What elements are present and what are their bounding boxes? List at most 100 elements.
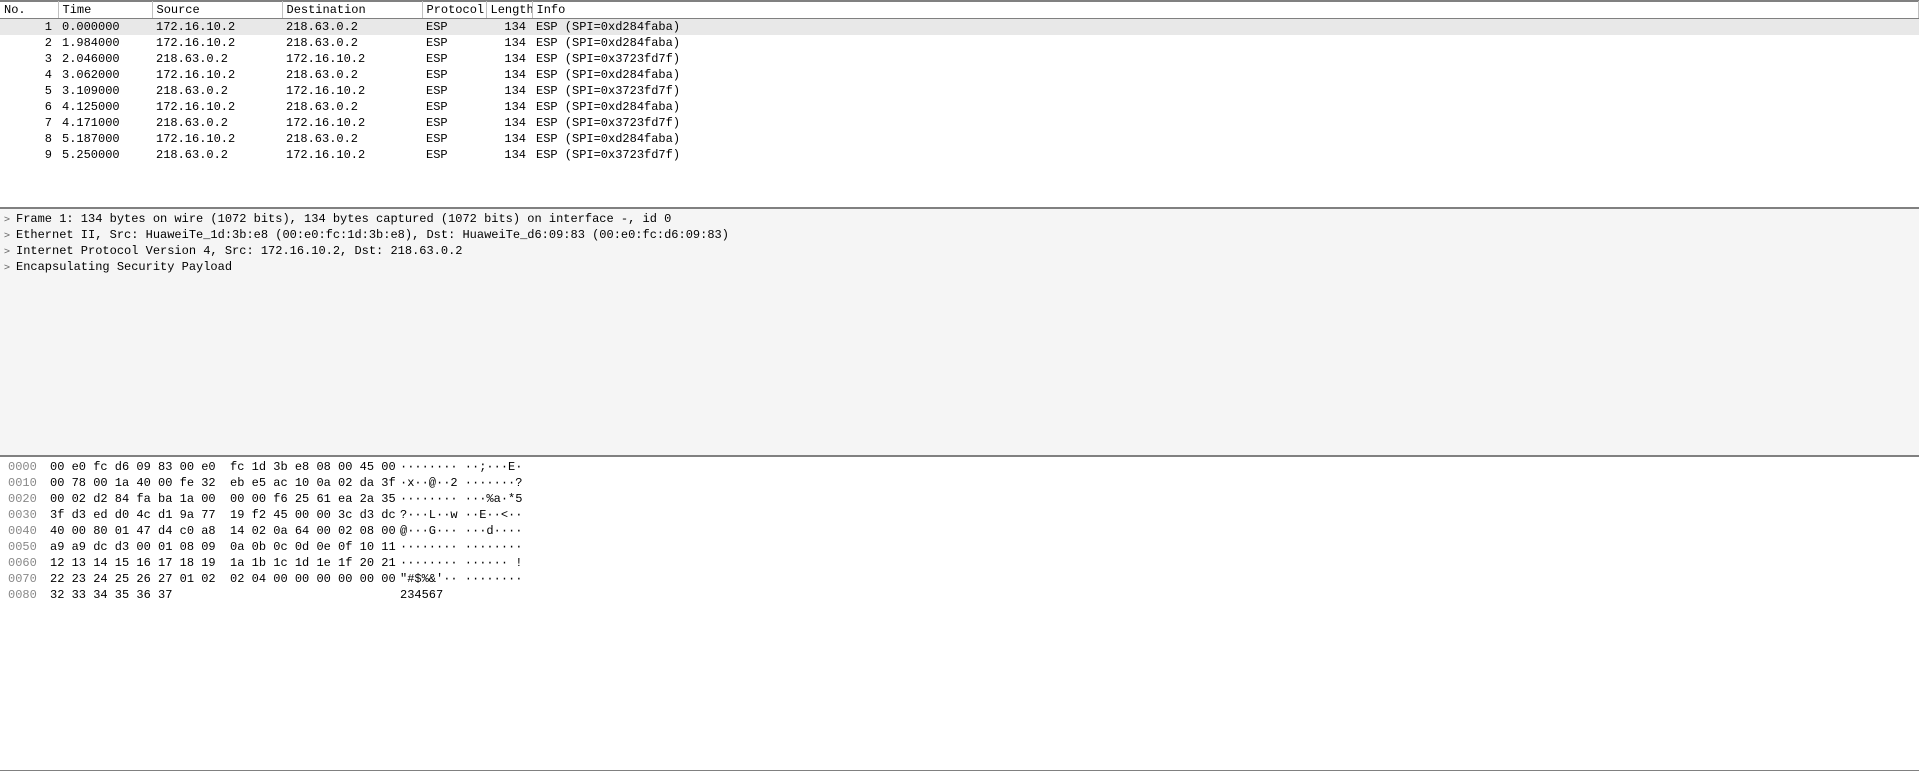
expand-icon[interactable]: > xyxy=(4,214,16,225)
detail-tree-item[interactable]: >Frame 1: 134 bytes on wire (1072 bits),… xyxy=(0,211,1919,227)
packet-row[interactable]: 95.250000218.63.0.2172.16.10.2ESP134ESP … xyxy=(0,147,1919,163)
col-header-source[interactable]: Source xyxy=(152,2,282,19)
cell-length: 134 xyxy=(486,115,532,131)
cell-time: 3.109000 xyxy=(58,83,152,99)
detail-tree-label: Encapsulating Security Payload xyxy=(16,260,232,274)
hex-ascii: ·x··@··2 ·······? xyxy=(400,475,522,491)
packet-table: No. Time Source Destination Protocol Len… xyxy=(0,1,1919,163)
packet-row[interactable]: 43.062000172.16.10.2218.63.0.2ESP134ESP … xyxy=(0,67,1919,83)
col-header-no[interactable]: No. xyxy=(0,2,58,19)
cell-length: 134 xyxy=(486,19,532,36)
col-header-info[interactable]: Info xyxy=(532,2,1919,19)
col-header-destination[interactable]: Destination xyxy=(282,2,422,19)
hex-row[interactable]: 008032 33 34 35 36 37 234567 xyxy=(8,587,1911,603)
cell-no: 3 xyxy=(0,51,58,67)
hex-ascii: ········ ··;···E· xyxy=(400,459,522,475)
hex-ascii: ········ ········ xyxy=(400,539,522,555)
cell-time: 5.250000 xyxy=(58,147,152,163)
cell-destination: 172.16.10.2 xyxy=(282,51,422,67)
hex-bytes: a9 a9 dc d3 00 01 08 09 0a 0b 0c 0d 0e 0… xyxy=(50,539,400,555)
hex-bytes: 00 02 d2 84 fa ba 1a 00 00 00 f6 25 61 e… xyxy=(50,491,400,507)
packet-row[interactable]: 10.000000172.16.10.2218.63.0.2ESP134ESP … xyxy=(0,19,1919,36)
hex-ascii: ········ ······ ! xyxy=(400,555,522,571)
detail-tree-item[interactable]: >Ethernet II, Src: HuaweiTe_1d:3b:e8 (00… xyxy=(0,227,1919,243)
cell-info: ESP (SPI=0xd284faba) xyxy=(532,67,1919,83)
expand-icon[interactable]: > xyxy=(4,246,16,257)
cell-source: 172.16.10.2 xyxy=(152,67,282,83)
cell-time: 5.187000 xyxy=(58,131,152,147)
cell-destination: 218.63.0.2 xyxy=(282,19,422,36)
cell-info: ESP (SPI=0x3723fd7f) xyxy=(532,115,1919,131)
hex-bytes: 3f d3 ed d0 4c d1 9a 77 19 f2 45 00 00 3… xyxy=(50,507,400,523)
detail-tree-label: Ethernet II, Src: HuaweiTe_1d:3b:e8 (00:… xyxy=(16,228,729,242)
cell-no: 6 xyxy=(0,99,58,115)
hex-offset: 0020 xyxy=(8,491,50,507)
packet-row[interactable]: 21.984000172.16.10.2218.63.0.2ESP134ESP … xyxy=(0,35,1919,51)
cell-info: ESP (SPI=0x3723fd7f) xyxy=(532,83,1919,99)
cell-source: 172.16.10.2 xyxy=(152,35,282,51)
packet-row[interactable]: 32.046000218.63.0.2172.16.10.2ESP134ESP … xyxy=(0,51,1919,67)
hex-ascii: "#$%&'·· ········ xyxy=(400,571,522,587)
cell-length: 134 xyxy=(486,67,532,83)
packet-details-pane[interactable]: >Frame 1: 134 bytes on wire (1072 bits),… xyxy=(0,208,1919,456)
cell-source: 218.63.0.2 xyxy=(152,147,282,163)
cell-length: 134 xyxy=(486,131,532,147)
cell-destination: 172.16.10.2 xyxy=(282,147,422,163)
cell-protocol: ESP xyxy=(422,19,486,36)
cell-time: 3.062000 xyxy=(58,67,152,83)
hex-row[interactable]: 000000 e0 fc d6 09 83 00 e0 fc 1d 3b e8 … xyxy=(8,459,1911,475)
cell-destination: 218.63.0.2 xyxy=(282,35,422,51)
cell-time: 0.000000 xyxy=(58,19,152,36)
cell-source: 172.16.10.2 xyxy=(152,131,282,147)
expand-icon[interactable]: > xyxy=(4,262,16,273)
cell-no: 9 xyxy=(0,147,58,163)
hex-bytes: 32 33 34 35 36 37 xyxy=(50,587,400,603)
cell-length: 134 xyxy=(486,83,532,99)
cell-info: ESP (SPI=0xd284faba) xyxy=(532,99,1919,115)
cell-source: 172.16.10.2 xyxy=(152,19,282,36)
expand-icon[interactable]: > xyxy=(4,230,16,241)
cell-protocol: ESP xyxy=(422,99,486,115)
packet-row[interactable]: 74.171000218.63.0.2172.16.10.2ESP134ESP … xyxy=(0,115,1919,131)
col-header-length[interactable]: Length xyxy=(486,2,532,19)
cell-length: 134 xyxy=(486,51,532,67)
detail-tree-item[interactable]: >Internet Protocol Version 4, Src: 172.1… xyxy=(0,243,1919,259)
packet-bytes-pane[interactable]: 000000 e0 fc d6 09 83 00 e0 fc 1d 3b e8 … xyxy=(0,456,1919,771)
hex-bytes: 22 23 24 25 26 27 01 02 02 04 00 00 00 0… xyxy=(50,571,400,587)
cell-protocol: ESP xyxy=(422,115,486,131)
hex-row[interactable]: 004040 00 80 01 47 d4 c0 a8 14 02 0a 64 … xyxy=(8,523,1911,539)
hex-offset: 0060 xyxy=(8,555,50,571)
hex-offset: 0000 xyxy=(8,459,50,475)
packet-row[interactable]: 85.187000172.16.10.2218.63.0.2ESP134ESP … xyxy=(0,131,1919,147)
col-header-protocol[interactable]: Protocol xyxy=(422,2,486,19)
packet-list-pane[interactable]: No. Time Source Destination Protocol Len… xyxy=(0,0,1919,208)
hex-row[interactable]: 007022 23 24 25 26 27 01 02 02 04 00 00 … xyxy=(8,571,1911,587)
cell-info: ESP (SPI=0xd284faba) xyxy=(532,131,1919,147)
packet-header-row[interactable]: No. Time Source Destination Protocol Len… xyxy=(0,2,1919,19)
cell-protocol: ESP xyxy=(422,51,486,67)
hex-bytes: 40 00 80 01 47 d4 c0 a8 14 02 0a 64 00 0… xyxy=(50,523,400,539)
hex-row[interactable]: 006012 13 14 15 16 17 18 19 1a 1b 1c 1d … xyxy=(8,555,1911,571)
cell-destination: 218.63.0.2 xyxy=(282,67,422,83)
cell-info: ESP (SPI=0xd284faba) xyxy=(532,35,1919,51)
cell-no: 7 xyxy=(0,115,58,131)
cell-info: ESP (SPI=0xd284faba) xyxy=(532,19,1919,36)
cell-time: 2.046000 xyxy=(58,51,152,67)
hex-offset: 0010 xyxy=(8,475,50,491)
cell-destination: 218.63.0.2 xyxy=(282,131,422,147)
hex-row[interactable]: 002000 02 d2 84 fa ba 1a 00 00 00 f6 25 … xyxy=(8,491,1911,507)
cell-source: 218.63.0.2 xyxy=(152,115,282,131)
packet-row[interactable]: 53.109000218.63.0.2172.16.10.2ESP134ESP … xyxy=(0,83,1919,99)
detail-tree-item[interactable]: >Encapsulating Security Payload xyxy=(0,259,1919,275)
cell-destination: 172.16.10.2 xyxy=(282,83,422,99)
col-header-time[interactable]: Time xyxy=(58,2,152,19)
packet-row[interactable]: 64.125000172.16.10.2218.63.0.2ESP134ESP … xyxy=(0,99,1919,115)
cell-length: 134 xyxy=(486,35,532,51)
cell-source: 218.63.0.2 xyxy=(152,51,282,67)
hex-row[interactable]: 001000 78 00 1a 40 00 fe 32 eb e5 ac 10 … xyxy=(8,475,1911,491)
hex-row[interactable]: 00303f d3 ed d0 4c d1 9a 77 19 f2 45 00 … xyxy=(8,507,1911,523)
cell-no: 1 xyxy=(0,19,58,36)
hex-row[interactable]: 0050a9 a9 dc d3 00 01 08 09 0a 0b 0c 0d … xyxy=(8,539,1911,555)
cell-protocol: ESP xyxy=(422,131,486,147)
hex-bytes: 12 13 14 15 16 17 18 19 1a 1b 1c 1d 1e 1… xyxy=(50,555,400,571)
